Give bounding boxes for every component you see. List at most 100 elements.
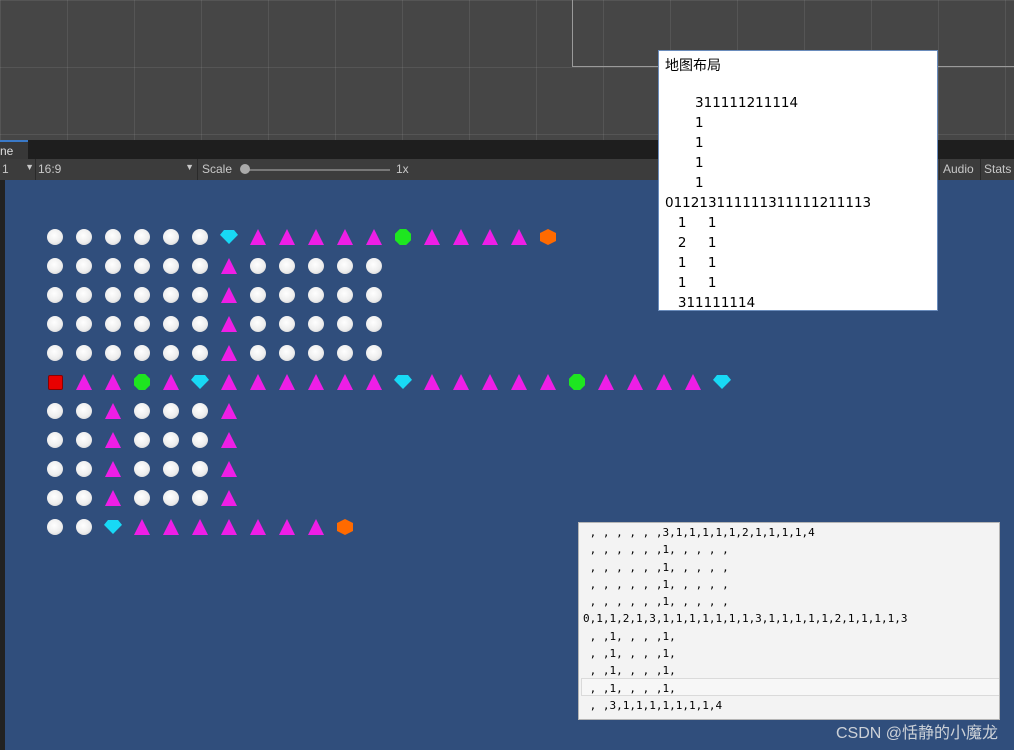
- white-circle-tile: [76, 519, 92, 535]
- green-octagon-tile: [395, 229, 411, 245]
- magenta-triangle-tile: [105, 432, 121, 448]
- white-circle-tile: [47, 287, 63, 303]
- white-circle-tile: [308, 287, 324, 303]
- white-circle-tile: [105, 287, 121, 303]
- white-circle-tile: [105, 345, 121, 361]
- divider: [35, 159, 36, 180]
- magenta-triangle-tile: [221, 316, 237, 332]
- magenta-triangle-tile: [337, 229, 353, 245]
- white-circle-tile: [134, 345, 150, 361]
- aspect-ratio-dropdown[interactable]: 16:9 ▼: [38, 162, 194, 176]
- white-circle-tile: [308, 258, 324, 274]
- magenta-triangle-tile: [308, 229, 324, 245]
- watermark: CSDN @恬静的小魔龙: [835, 725, 998, 742]
- white-circle-tile: [192, 316, 208, 332]
- white-circle-tile: [105, 229, 121, 245]
- magenta-triangle-tile: [308, 519, 324, 535]
- red-square-tile: [47, 374, 63, 390]
- white-circle-tile: [134, 287, 150, 303]
- white-circle-tile: [163, 316, 179, 332]
- white-circle-tile: [163, 287, 179, 303]
- white-circle-tile: [47, 490, 63, 506]
- chevron-down-icon: ▼: [25, 162, 34, 172]
- magenta-triangle-tile: [221, 374, 237, 390]
- white-circle-tile: [76, 229, 92, 245]
- scale-slider-track[interactable]: [244, 169, 390, 171]
- map-array-panel[interactable]: , , , , , ,3,1,1,1,1,1,2,1,1,1,1,4 , , ,…: [578, 522, 1000, 720]
- white-circle-tile: [47, 403, 63, 419]
- magenta-triangle-tile: [511, 229, 527, 245]
- magenta-triangle-tile: [250, 229, 266, 245]
- white-circle-tile: [192, 490, 208, 506]
- magenta-triangle-tile: [627, 374, 643, 390]
- magenta-triangle-tile: [192, 519, 208, 535]
- divider: [197, 159, 198, 180]
- white-circle-tile: [47, 229, 63, 245]
- magenta-triangle-tile: [598, 374, 614, 390]
- cyan-gem-tile: [191, 375, 209, 389]
- magenta-triangle-tile: [250, 374, 266, 390]
- magenta-triangle-tile: [279, 229, 295, 245]
- cyan-gem-tile: [220, 230, 238, 244]
- white-circle-tile: [163, 345, 179, 361]
- magenta-triangle-tile: [163, 374, 179, 390]
- display-dropdown-value: 1: [2, 162, 9, 176]
- magenta-triangle-tile: [105, 403, 121, 419]
- map-layout-title: 地图布局: [665, 57, 721, 73]
- chevron-down-icon: ▼: [185, 162, 194, 172]
- white-circle-tile: [105, 258, 121, 274]
- map-layout-panel: 地图布局 311111211114 1 1 1 1 01121311111131…: [658, 50, 938, 311]
- aspect-ratio-value: 16:9: [38, 162, 62, 176]
- white-circle-tile: [163, 461, 179, 477]
- magenta-triangle-tile: [424, 374, 440, 390]
- scale-label: Scale: [202, 162, 233, 176]
- magenta-triangle-tile: [221, 345, 237, 361]
- white-circle-tile: [134, 258, 150, 274]
- white-circle-tile: [366, 258, 382, 274]
- orange-hexagon-tile: [337, 519, 353, 535]
- magenta-triangle-tile: [221, 403, 237, 419]
- magenta-triangle-tile: [221, 490, 237, 506]
- white-circle-tile: [76, 461, 92, 477]
- white-circle-tile: [134, 490, 150, 506]
- white-circle-tile: [192, 258, 208, 274]
- magenta-triangle-tile: [482, 374, 498, 390]
- magenta-triangle-tile: [453, 374, 469, 390]
- white-circle-tile: [250, 345, 266, 361]
- white-circle-tile: [192, 403, 208, 419]
- white-circle-tile: [250, 316, 266, 332]
- magenta-triangle-tile: [221, 432, 237, 448]
- magenta-triangle-tile: [511, 374, 527, 390]
- magenta-triangle-tile: [221, 258, 237, 274]
- white-circle-tile: [163, 403, 179, 419]
- white-circle-tile: [134, 432, 150, 448]
- white-circle-tile: [337, 316, 353, 332]
- magenta-triangle-tile: [366, 374, 382, 390]
- green-octagon-tile: [569, 374, 585, 390]
- white-circle-tile: [192, 432, 208, 448]
- white-circle-tile: [250, 258, 266, 274]
- white-circle-tile: [279, 345, 295, 361]
- white-circle-tile: [134, 461, 150, 477]
- magenta-triangle-tile: [105, 490, 121, 506]
- white-circle-tile: [76, 432, 92, 448]
- mute-audio-button[interactable]: Audio: [943, 162, 974, 176]
- white-circle-tile: [366, 345, 382, 361]
- magenta-triangle-tile: [424, 229, 440, 245]
- white-circle-tile: [134, 229, 150, 245]
- white-circle-tile: [134, 403, 150, 419]
- stats-button[interactable]: Stats: [984, 162, 1011, 176]
- magenta-triangle-tile: [76, 374, 92, 390]
- display-dropdown[interactable]: 1 ▼: [2, 162, 34, 176]
- white-circle-tile: [308, 345, 324, 361]
- white-circle-tile: [366, 316, 382, 332]
- white-circle-tile: [47, 432, 63, 448]
- tab-game[interactable]: ne: [0, 140, 28, 159]
- white-circle-tile: [192, 287, 208, 303]
- scale-slider-handle[interactable]: [240, 164, 250, 174]
- divider: [980, 159, 981, 180]
- magenta-triangle-tile: [453, 229, 469, 245]
- white-circle-tile: [76, 287, 92, 303]
- orange-hexagon-tile: [540, 229, 556, 245]
- green-octagon-tile: [134, 374, 150, 390]
